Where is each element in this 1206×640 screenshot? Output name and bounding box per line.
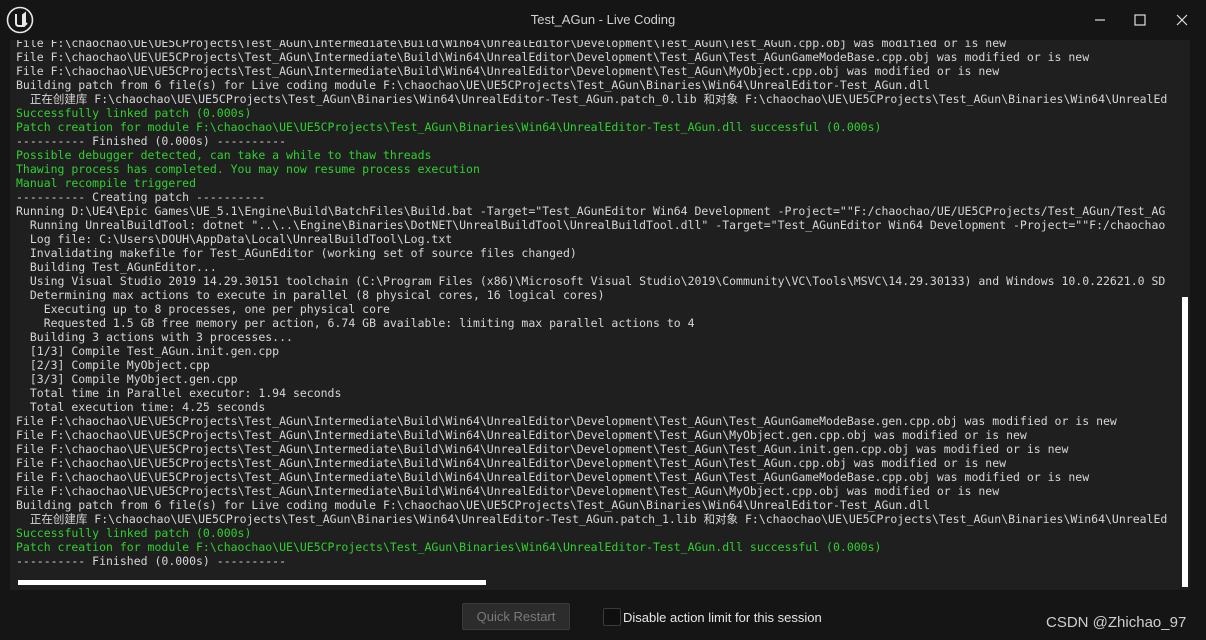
log-line: [2/3] Compile MyObject.cpp xyxy=(16,358,210,372)
horizontal-scroll-thumb[interactable] xyxy=(18,580,486,585)
log-line: Building Test_AGunEditor... xyxy=(16,260,217,274)
close-button[interactable] xyxy=(1162,0,1202,40)
window-title: Test_AGun - Live Coding xyxy=(530,12,676,27)
log-line: Building patch from 6 file(s) for Live c… xyxy=(16,498,930,512)
maximize-icon xyxy=(1134,14,1146,26)
log-line: File F:\chaochao\UE\UE5CProjects\Test_AG… xyxy=(16,64,1000,78)
log-line: File F:\chaochao\UE\UE5CProjects\Test_AG… xyxy=(16,484,1000,498)
log-line: Invalidating makefile for Test_AGunEdito… xyxy=(16,246,577,260)
log-line: Executing up to 8 processes, one per phy… xyxy=(16,302,390,316)
log-line: File F:\chaochao\UE\UE5CProjects\Test_AG… xyxy=(16,456,1007,470)
log-line: [1/3] Compile Test_AGun.init.gen.cpp xyxy=(16,344,280,358)
footer-bar: Quick Restart Disable action limit for t… xyxy=(0,590,1206,640)
log-line: Running UnrealBuildTool: dotnet "..\..\E… xyxy=(16,218,1166,232)
title-bar: Test_AGun - Live Coding xyxy=(0,0,1206,40)
log-line: ---------- Finished (0.000s) ---------- xyxy=(16,554,287,568)
log-line: ---------- Finished (0.000s) ---------- xyxy=(16,134,287,148)
log-line: Patch creation for module F:\chaochao\UE… xyxy=(16,120,882,134)
log-line: Manual recompile triggered xyxy=(16,176,197,190)
log-line: Determining max actions to execute in pa… xyxy=(16,288,605,302)
log-line: File F:\chaochao\UE\UE5CProjects\Test_AG… xyxy=(16,50,1090,64)
close-icon xyxy=(1176,14,1188,26)
watermark-text: CSDN @Zhichao_97 xyxy=(1046,614,1187,631)
log-line: File F:\chaochao\UE\UE5CProjects\Test_AG… xyxy=(16,442,1069,456)
log-line: Total execution time: 4.25 seconds xyxy=(16,400,266,414)
vertical-scroll-thumb[interactable] xyxy=(1182,297,1188,587)
log-output: File F:\chaochao\UE\UE5CProjects\Test_AG… xyxy=(16,40,1180,568)
disable-action-limit-label[interactable]: Disable action limit for this session xyxy=(623,610,822,625)
log-line: Thawing process has completed. You may n… xyxy=(16,162,480,176)
log-line: Building 3 actions with 3 processes... xyxy=(16,330,293,344)
log-line: Patch creation for module F:\chaochao\UE… xyxy=(16,540,882,554)
log-line: [3/3] Compile MyObject.gen.cpp xyxy=(16,372,238,386)
log-line: Successfully linked patch (0.000s) xyxy=(16,106,252,120)
log-line: 正在创建库 F:\chaochao\UE\UE5CProjects\Test_A… xyxy=(16,92,1168,106)
log-line: Requested 1.5 GB free memory per action,… xyxy=(16,316,695,330)
log-line: Total time in Parallel executor: 1.94 se… xyxy=(16,386,342,400)
log-line: Building patch from 6 file(s) for Live c… xyxy=(16,78,930,92)
log-line: Log file: C:\Users\DOUH\AppData\Local\Un… xyxy=(16,232,453,246)
log-line: File F:\chaochao\UE\UE5CProjects\Test_AG… xyxy=(16,414,1117,428)
log-line: Successfully linked patch (0.000s) xyxy=(16,526,252,540)
maximize-button[interactable] xyxy=(1120,0,1160,40)
log-line: File F:\chaochao\UE\UE5CProjects\Test_AG… xyxy=(16,40,1007,50)
log-line: File F:\chaochao\UE\UE5CProjects\Test_AG… xyxy=(16,470,1090,484)
log-line: File F:\chaochao\UE\UE5CProjects\Test_AG… xyxy=(16,428,1027,442)
horizontal-scrollbar[interactable] xyxy=(10,577,1178,587)
quick-restart-button[interactable]: Quick Restart xyxy=(462,603,570,630)
minimize-button[interactable] xyxy=(1080,0,1120,40)
minimize-icon xyxy=(1095,19,1105,21)
log-console[interactable]: File F:\chaochao\UE\UE5CProjects\Test_AG… xyxy=(10,40,1190,590)
log-line: Possible debugger detected, can take a w… xyxy=(16,148,432,162)
disable-action-limit-checkbox[interactable] xyxy=(603,608,621,626)
log-line: Running D:\UE4\Epic Games\UE_5.1\Engine\… xyxy=(16,204,1166,218)
log-line: Using Visual Studio 2019 14.29.30151 too… xyxy=(16,274,1166,288)
log-line: ---------- Creating patch ---------- xyxy=(16,190,266,204)
log-line: 正在创建库 F:\chaochao\UE\UE5CProjects\Test_A… xyxy=(16,512,1168,526)
vertical-scrollbar[interactable] xyxy=(1180,40,1190,590)
